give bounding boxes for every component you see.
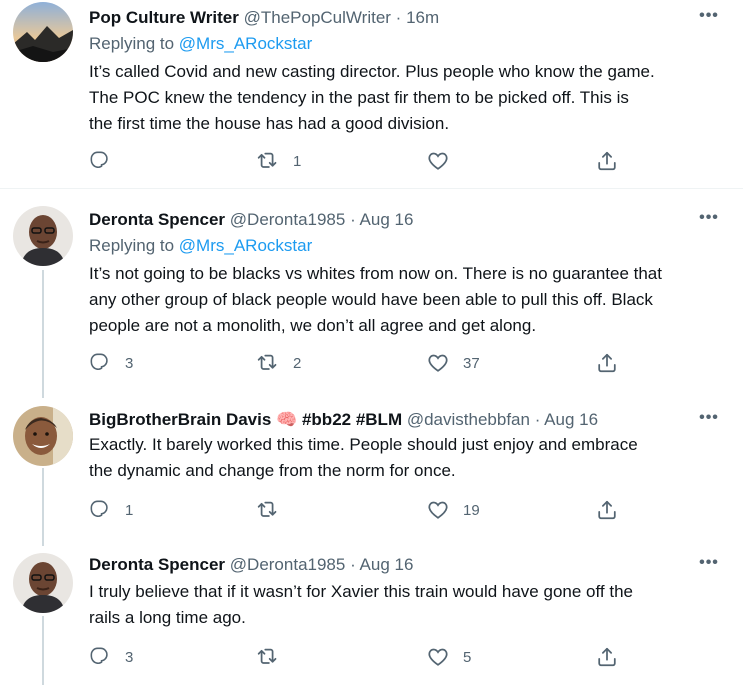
- retweet-button[interactable]: [257, 498, 293, 522]
- reply-count: 3: [125, 354, 134, 372]
- separator: ·: [534, 410, 541, 429]
- tweet-text: Exactly. It barely worked this time. Peo…: [89, 432, 709, 484]
- tweet-text: I truly believe that if it wasn’t for Xa…: [89, 579, 709, 631]
- tweet-4[interactable]: Deronta Spencer @Deronta1985 · Aug 16 ••…: [0, 545, 743, 685]
- retweet-button[interactable]: 1: [257, 149, 301, 173]
- reply-button[interactable]: 1: [89, 498, 133, 522]
- share-button[interactable]: [596, 645, 618, 669]
- tweet-text: It’s called Covid and new casting direct…: [89, 59, 709, 137]
- tweet-2[interactable]: Deronta Spencer @Deronta1985 · Aug 16 ••…: [0, 196, 743, 396]
- retweet-button[interactable]: 2: [257, 351, 301, 375]
- author-hashtags[interactable]: #bb22 #BLM: [302, 410, 402, 429]
- reply-count: 1: [125, 501, 134, 519]
- like-button[interactable]: 19: [427, 498, 480, 522]
- replying-to-label: Replying to: [89, 34, 175, 53]
- tweet-text-line: people are not a monolith, we don’t all …: [89, 316, 537, 335]
- tweet-text-line: It’s not going to be blacks vs whites fr…: [89, 264, 662, 283]
- author-handle[interactable]: @davisthebbfan: [407, 410, 530, 429]
- tweet-header: Deronta Spencer @Deronta1985 · Aug 16: [89, 210, 693, 230]
- tweet-text-line: rails a long time ago.: [89, 608, 246, 627]
- tweet-1[interactable]: Pop Culture Writer @ThePopCulWriter · 16…: [0, 0, 743, 188]
- reply-icon: [90, 353, 108, 371]
- retweet-count: 2: [293, 354, 302, 372]
- share-button[interactable]: [596, 498, 618, 522]
- tweet-text-line: any other group of black people would ha…: [89, 290, 653, 309]
- timestamp[interactable]: Aug 16: [544, 410, 598, 429]
- tweet-3[interactable]: BigBrotherBrain Davis 🧠 #bb22 #BLM @davi…: [0, 398, 743, 544]
- author-name[interactable]: BigBrotherBrain Davis: [89, 410, 271, 429]
- share-icon: [598, 353, 616, 373]
- separator: ·: [350, 210, 356, 229]
- avatar[interactable]: [13, 553, 73, 613]
- mention-link[interactable]: @Mrs_ARockstar: [179, 236, 312, 255]
- action-bar: 3 2 37: [89, 351, 629, 375]
- tweet-header: Deronta Spencer @Deronta1985 · Aug 16: [89, 555, 693, 575]
- like-button[interactable]: 5: [427, 645, 471, 669]
- replying-to: Replying to @Mrs_ARockstar: [89, 236, 312, 256]
- more-icon[interactable]: •••: [697, 8, 721, 30]
- reply-count: 3: [125, 648, 134, 666]
- retweet-icon: [257, 501, 277, 517]
- more-icon[interactable]: •••: [697, 555, 721, 577]
- tweet-text-line: It’s called Covid and new casting direct…: [89, 62, 655, 81]
- reply-button[interactable]: 3: [89, 645, 133, 669]
- more-icon[interactable]: •••: [697, 210, 721, 232]
- author-name[interactable]: Deronta Spencer: [89, 555, 225, 574]
- separator: ·: [350, 555, 356, 574]
- timestamp[interactable]: Aug 16: [360, 555, 414, 574]
- like-button[interactable]: 37: [427, 351, 480, 375]
- author-handle[interactable]: @Deronta1985: [230, 210, 346, 229]
- timestamp[interactable]: 16m: [406, 8, 439, 27]
- reply-icon: [90, 151, 108, 169]
- like-icon: [428, 152, 448, 170]
- tweet-header: BigBrotherBrain Davis 🧠 #bb22 #BLM @davi…: [89, 410, 693, 430]
- brain-emoji-icon: 🧠: [276, 410, 298, 429]
- tweet-text-line: the dynamic and change from the norm for…: [89, 461, 456, 480]
- mention-link[interactable]: @Mrs_ARockstar: [179, 34, 312, 53]
- like-icon: [428, 501, 448, 519]
- divider: [0, 188, 743, 189]
- avatar[interactable]: [13, 406, 73, 466]
- like-count: 37: [463, 354, 480, 372]
- retweet-icon: [257, 152, 277, 168]
- share-button[interactable]: [596, 351, 618, 375]
- author-handle[interactable]: @ThePopCulWriter: [244, 8, 391, 27]
- more-icon[interactable]: •••: [697, 410, 721, 432]
- share-icon: [598, 500, 616, 520]
- share-icon: [598, 151, 616, 171]
- retweet-count: 1: [293, 152, 302, 170]
- share-button[interactable]: [596, 149, 618, 173]
- retweet-icon: [257, 354, 277, 370]
- tweet-text-line: I truly believe that if it wasn’t for Xa…: [89, 582, 633, 601]
- share-icon: [598, 647, 616, 667]
- like-button[interactable]: [427, 149, 463, 173]
- tweet-text-line: The POC knew the tendency in the past fi…: [89, 88, 629, 107]
- tweet-text-line: the first time the house has had a good …: [89, 114, 450, 133]
- tweet-header: Pop Culture Writer @ThePopCulWriter · 16…: [89, 8, 693, 28]
- avatar[interactable]: [13, 206, 73, 266]
- separator: ·: [395, 8, 402, 27]
- action-bar: 1 19: [89, 498, 629, 522]
- timestamp[interactable]: Aug 16: [360, 210, 414, 229]
- reply-button[interactable]: 3: [89, 351, 133, 375]
- author-handle[interactable]: @Deronta1985: [230, 555, 346, 574]
- avatar[interactable]: [13, 2, 73, 62]
- action-bar: 1: [89, 149, 629, 173]
- reply-button[interactable]: [89, 149, 125, 173]
- like-icon: [428, 354, 448, 372]
- like-icon: [428, 648, 448, 666]
- action-bar: 3 5: [89, 645, 629, 669]
- author-name[interactable]: Pop Culture Writer: [89, 8, 239, 27]
- retweet-button[interactable]: [257, 645, 293, 669]
- author-name[interactable]: Deronta Spencer: [89, 210, 225, 229]
- like-count: 19: [463, 501, 480, 519]
- replying-to: Replying to @Mrs_ARockstar: [89, 34, 312, 54]
- replying-to-label: Replying to: [89, 236, 175, 255]
- tweet-text: It’s not going to be blacks vs whites fr…: [89, 261, 709, 339]
- reply-icon: [90, 500, 108, 518]
- tweet-text-line: Exactly. It barely worked this time. Peo…: [89, 435, 638, 454]
- retweet-icon: [257, 648, 277, 664]
- reply-icon: [90, 647, 108, 665]
- like-count: 5: [463, 648, 472, 666]
